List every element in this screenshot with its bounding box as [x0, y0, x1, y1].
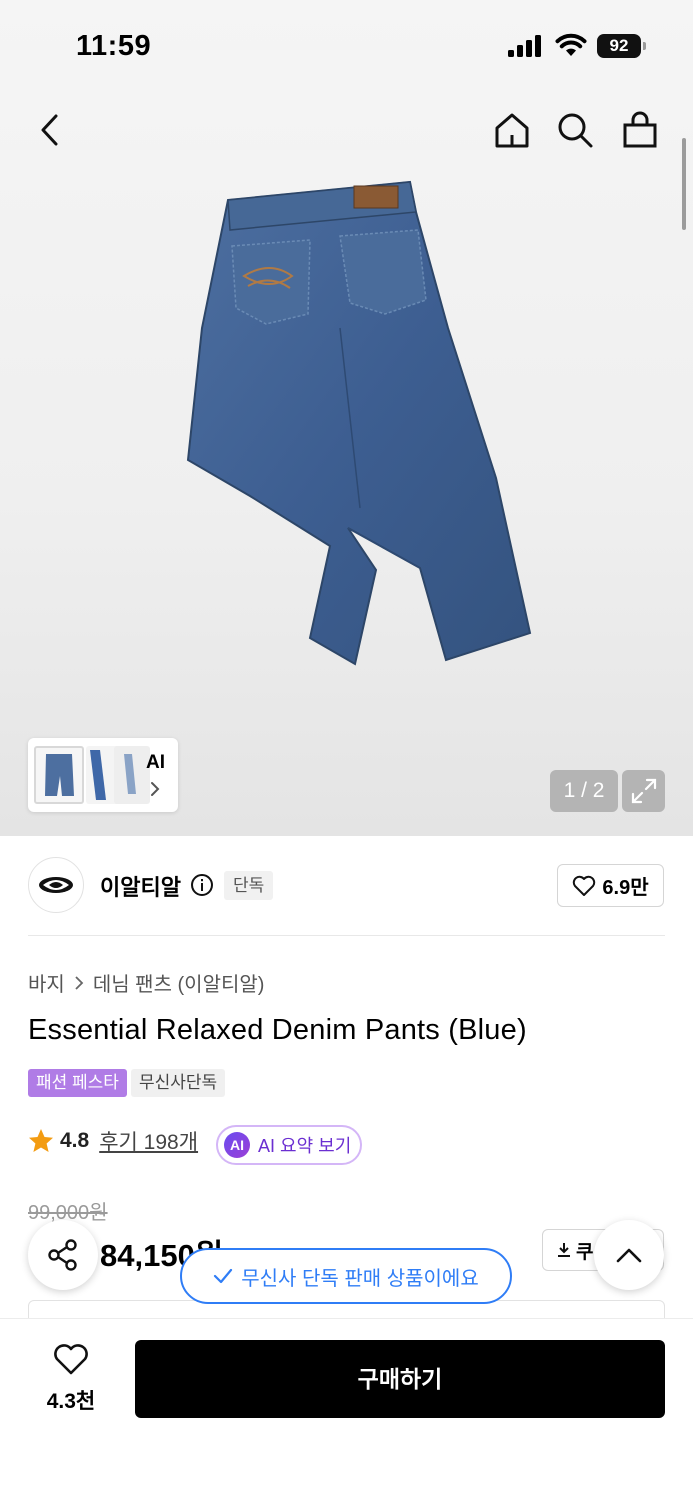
- scroll-top-button[interactable]: [594, 1220, 664, 1290]
- thumbnail-3[interactable]: [114, 746, 150, 804]
- wifi-icon: [555, 33, 587, 56]
- star-icon: [29, 1129, 53, 1152]
- product-image-area[interactable]: 11:59 92 AI 1 / 2: [0, 0, 693, 836]
- shopping-bag-icon: [623, 111, 657, 148]
- expand-icon: [631, 778, 656, 804]
- breadcrumb: 바지 데님 팬츠 (이알티알): [28, 968, 264, 997]
- musinsa-exclusive-badge: 무신사단독: [130, 1069, 226, 1097]
- status-time: 11:59: [76, 30, 152, 62]
- scrollbar[interactable]: [682, 138, 686, 230]
- denim-pants-image: [186, 180, 532, 666]
- heart-icon: [54, 1344, 88, 1375]
- ai-icon: AI: [224, 1132, 250, 1158]
- thumbnail-strip[interactable]: AI: [28, 738, 178, 812]
- thumbnail-ai-label: AI: [146, 752, 165, 773]
- divider: [28, 935, 665, 936]
- breadcrumb-category[interactable]: 바지: [28, 968, 65, 997]
- info-icon[interactable]: [190, 873, 214, 897]
- badge-row: 패션 페스타 무신사단독: [28, 1069, 226, 1097]
- brand-logo[interactable]: [28, 857, 84, 913]
- breadcrumb-subcategory[interactable]: 데님 팬츠 (이알티알): [93, 968, 265, 997]
- check-icon: [214, 1268, 233, 1284]
- fullscreen-button[interactable]: [622, 770, 665, 812]
- rating-value: 4.8: [60, 1129, 90, 1152]
- fashion-festa-badge: 패션 페스타: [28, 1069, 127, 1097]
- download-icon: [558, 1243, 570, 1257]
- chevron-right-icon: [151, 782, 160, 796]
- search-button[interactable]: [553, 108, 597, 152]
- review-link[interactable]: 후기 198개: [99, 1126, 198, 1156]
- brand-like-button[interactable]: 6.9만: [557, 864, 664, 907]
- chevron-left-icon: [41, 114, 58, 146]
- battery-indicator: 92: [597, 34, 647, 58]
- rating-row: 4.8 후기 198개: [28, 1126, 198, 1156]
- home-icon: [495, 113, 529, 148]
- coupon-label: 쿠: [576, 1241, 594, 1263]
- cellular-signal-icon: [508, 35, 541, 57]
- thumbnail-1[interactable]: [34, 746, 84, 804]
- brand-like-count: 6.9만: [602, 877, 649, 899]
- heart-icon: [573, 875, 596, 896]
- wishlist-count: 4.3천: [46, 1390, 96, 1413]
- image-counter: 1 / 2: [550, 770, 618, 812]
- ai-summary-button[interactable]: AI AI 요약 보기: [216, 1125, 362, 1165]
- exclusive-toast: 무신사 단독 판매 상품이에요: [180, 1248, 512, 1304]
- wishlist-button[interactable]: 4.3천: [36, 1344, 106, 1415]
- battery-level: 92: [597, 34, 641, 58]
- thumbnail-image: [124, 754, 136, 794]
- home-button[interactable]: [490, 108, 534, 152]
- exclusive-tag: 단독: [224, 871, 274, 900]
- thumbnail-image: [45, 754, 74, 796]
- ai-summary-label: AI 요약 보기: [258, 1136, 352, 1156]
- back-button[interactable]: [28, 108, 72, 152]
- battery-tip: [643, 42, 646, 50]
- cart-button[interactable]: [618, 108, 662, 152]
- buy-button[interactable]: 구매하기: [135, 1340, 665, 1418]
- product-title: Essential Relaxed Denim Pants (Blue): [28, 1014, 527, 1046]
- share-button[interactable]: [28, 1220, 98, 1290]
- search-icon: [558, 113, 593, 148]
- brand-name[interactable]: 이알티알: [100, 870, 181, 902]
- chevron-up-icon: [616, 1248, 642, 1263]
- status-bar: 11:59 92: [0, 0, 693, 92]
- chevron-right-icon: [75, 975, 84, 990]
- brand-logo-icon: [39, 877, 73, 893]
- share-icon: [48, 1239, 77, 1271]
- toast-text: 무신사 단독 판매 상품이에요: [241, 1267, 479, 1290]
